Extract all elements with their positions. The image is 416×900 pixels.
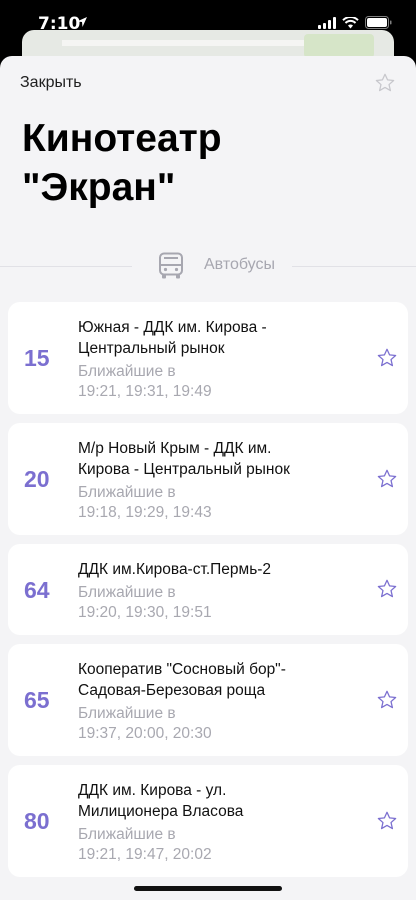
route-name-line: Центральный рынок [78, 340, 225, 357]
route-card[interactable]: 80 ДДК им. Кирова - ул. Милиционера Влас… [8, 765, 408, 877]
favorite-star-icon[interactable] [376, 578, 398, 600]
favorite-star-icon[interactable] [374, 72, 396, 94]
divider [0, 266, 132, 267]
location-arrow-icon [77, 17, 87, 27]
route-name-line: М/р Новый Крым - ДДК им. [78, 440, 272, 457]
title-line-2: "Экран" [22, 166, 176, 209]
favorite-star-icon[interactable] [376, 347, 398, 369]
route-number: 65 [24, 687, 50, 713]
next-arrivals-label: Ближайшие в [78, 484, 176, 501]
page-title: Кинотеатр "Экран" [22, 114, 392, 212]
next-arrivals-label: Ближайшие в [78, 363, 176, 380]
route-name-line: Южная - ДДК им. Кирова - [78, 319, 267, 336]
close-button[interactable]: Закрыть [20, 74, 82, 92]
favorite-star-icon[interactable] [376, 810, 398, 832]
section-label: Автобусы [204, 256, 275, 273]
route-number: 80 [24, 808, 50, 834]
route-name-line: Кооператив "Сосновый бор"- [78, 661, 286, 678]
status-indicators [318, 16, 392, 29]
next-arrivals-label: Ближайшие в [78, 705, 176, 722]
battery-icon [365, 16, 392, 29]
route-number: 15 [24, 345, 50, 371]
map-street [62, 40, 322, 46]
home-indicator[interactable] [134, 886, 282, 891]
next-arrivals-label: Ближайшие в [78, 584, 176, 601]
route-card[interactable]: 65 Кооператив "Сосновый бор"- Садовая-Бе… [8, 644, 408, 756]
route-name-line: Садовая-Березовая роща [78, 682, 266, 699]
next-arrivals-times: 19:21, 19:31, 19:49 [78, 383, 212, 400]
route-name-line: ДДК им. Кирова - ул. [78, 782, 227, 799]
route-card[interactable]: 20 М/р Новый Крым - ДДК им. Кирова - Цен… [8, 423, 408, 535]
section-header-buses: Автобусы [0, 252, 416, 280]
route-name-line: ДДК им.Кирова-ст.Пермь-2 [78, 561, 272, 578]
next-arrivals-label: Ближайшие в [78, 826, 176, 843]
route-card[interactable]: 15 Южная - ДДК им. Кирова - Центральный … [8, 302, 408, 414]
signal-icon [318, 16, 336, 29]
next-arrivals-times: 19:37, 20:00, 20:30 [78, 725, 212, 742]
stop-sheet: Закрыть Кинотеатр "Экран" Автобусы 15 Юж… [0, 56, 416, 900]
route-number: 64 [24, 577, 50, 603]
bus-icon [159, 252, 183, 279]
route-card[interactable]: 64 ДДК им.Кирова-ст.Пермь-2 Ближайшие в … [8, 544, 408, 635]
title-line-1: Кинотеатр [22, 117, 222, 160]
wifi-icon [342, 16, 359, 28]
next-arrivals-times: 19:20, 19:30, 19:51 [78, 604, 212, 621]
next-arrivals-times: 19:18, 19:29, 19:43 [78, 504, 212, 521]
favorite-star-icon[interactable] [376, 689, 398, 711]
divider [292, 266, 416, 267]
next-arrivals-times: 19:21, 19:47, 20:02 [78, 846, 212, 863]
route-name-line: Кирова - Центральный рынок [78, 461, 290, 478]
favorite-star-icon[interactable] [376, 468, 398, 490]
route-number: 20 [24, 466, 50, 492]
map-park [304, 34, 374, 58]
route-name-line: Милиционера Власова [78, 803, 244, 820]
